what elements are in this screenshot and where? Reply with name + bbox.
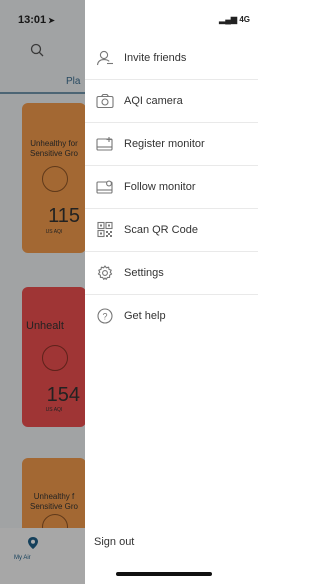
menu-item-label: Scan QR Code bbox=[124, 224, 198, 236]
signal-bars-icon: ▂▄▆ bbox=[219, 15, 238, 24]
person-add-icon bbox=[96, 50, 113, 66]
menu-item-register-monitor[interactable]: Register monitor bbox=[85, 123, 258, 166]
menu-item-label: Follow monitor bbox=[124, 181, 196, 193]
gear-icon bbox=[97, 265, 113, 280]
menu-item-follow-monitor[interactable]: Follow monitor bbox=[85, 166, 258, 209]
menu-item-scan-qr[interactable]: Scan QR Code bbox=[85, 209, 258, 252]
help-icon: ? bbox=[97, 308, 113, 324]
menu-item-label: Settings bbox=[124, 267, 164, 279]
signal-status: ▂▄▆ 4G bbox=[219, 15, 250, 24]
menu-item-get-help[interactable]: ? Get help bbox=[85, 295, 258, 338]
qr-code-icon bbox=[97, 221, 113, 238]
register-monitor-icon bbox=[96, 137, 113, 151]
menu-item-settings[interactable]: Settings bbox=[85, 252, 258, 295]
home-indicator bbox=[116, 572, 212, 576]
menu-item-invite-friends[interactable]: Invite friends bbox=[85, 37, 258, 80]
menu-item-label: Invite friends bbox=[124, 52, 187, 64]
svg-text:?: ? bbox=[102, 311, 107, 321]
menu-item-label: AQI camera bbox=[124, 95, 183, 107]
side-drawer: ▂▄▆ 4G Invite friends AQI camera Registe… bbox=[85, 0, 258, 584]
sign-out-button[interactable]: Sign out bbox=[94, 536, 134, 548]
menu-item-label: Get help bbox=[124, 310, 166, 322]
follow-monitor-icon bbox=[96, 180, 113, 194]
menu-item-aqi-camera[interactable]: AQI camera bbox=[85, 80, 258, 123]
menu-item-label: Register monitor bbox=[124, 138, 205, 150]
camera-icon bbox=[96, 93, 114, 109]
